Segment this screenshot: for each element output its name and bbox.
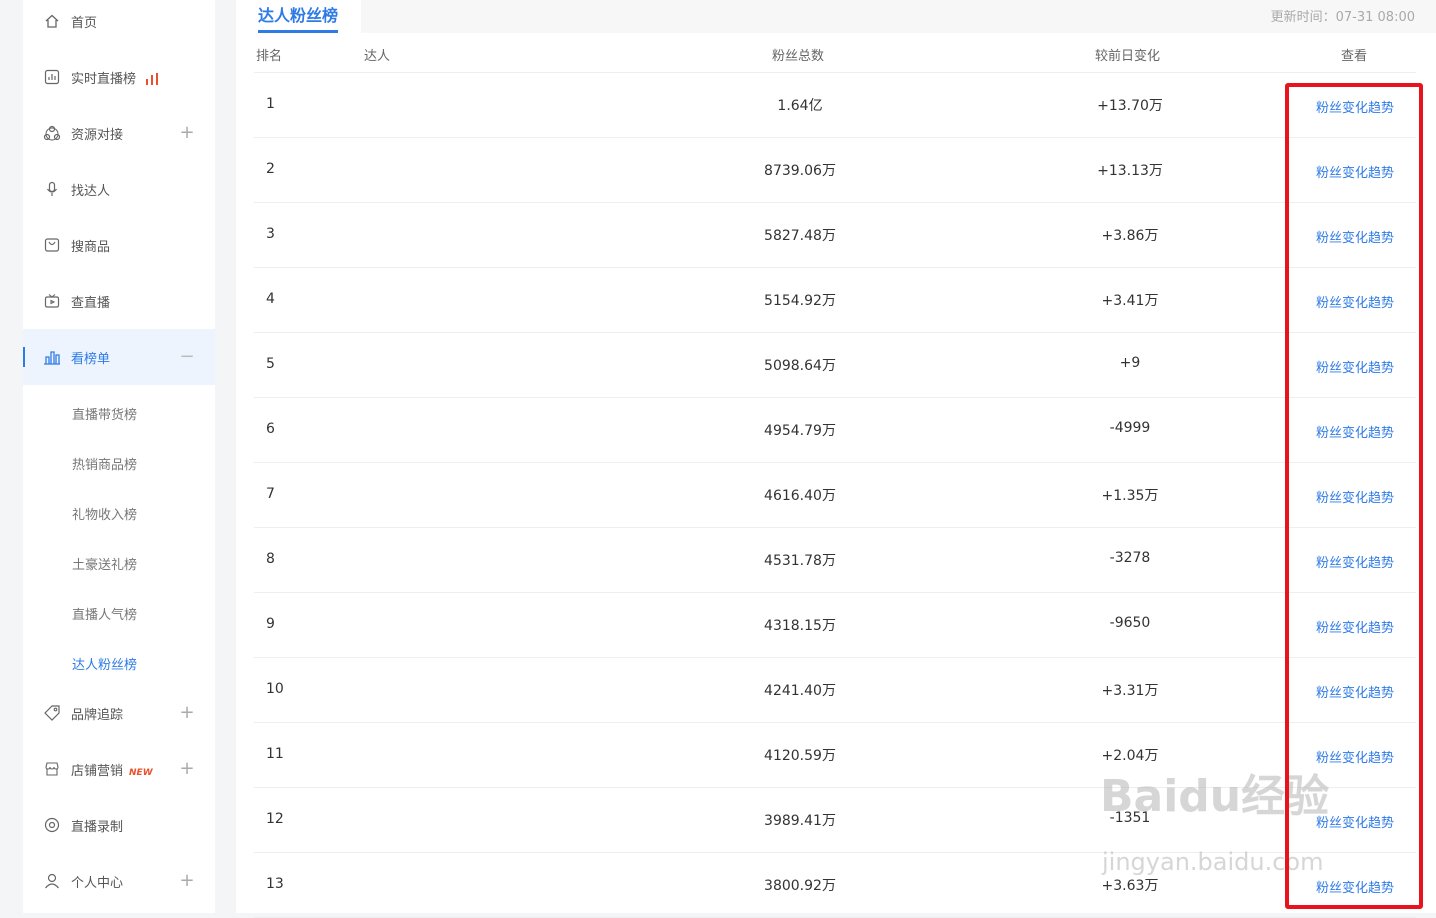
nav-label: 找达人 [71,183,111,199]
collapse-minus-icon[interactable]: − [179,348,195,366]
column-fans: 粉丝总数 [772,49,825,64]
nav-item-live-recording[interactable]: 直播录制 [23,797,215,853]
nav-item-live-rank[interactable]: 实时直播榜 [23,49,215,105]
user-icon [43,872,61,890]
update-time: 更新时间：07-31 08:00 [1270,10,1415,25]
table-row: 12 3989.41万 -1351 粉丝变化趋势 [254,788,1416,853]
table-row: 10 4241.40万 +3.31万 粉丝变化趋势 [254,658,1416,723]
table-row: 8 4531.78万 -3278 粉丝变化趋势 [254,528,1416,593]
sub-item-creator-fans[interactable]: 达人粉丝榜 [72,654,137,673]
nav-item-home[interactable]: 首页 [23,0,215,49]
mic-icon [43,180,61,198]
table-row: 9 4318.15万 -9650 粉丝变化趋势 [254,593,1416,658]
nav-label: 品牌追踪 [71,707,124,723]
record-icon [43,816,61,834]
sub-item-live-sales[interactable]: 直播带货榜 [72,404,137,423]
nav-item-search-product[interactable]: 搜商品 [23,217,215,273]
rank-cell: 11 [266,746,284,762]
nav-item-shop-marketing[interactable]: 店铺营销 NEW + [23,741,215,797]
tab-creator-fans[interactable]: 达人粉丝榜 [258,2,338,26]
table-row: 11 4120.59万 +2.04万 粉丝变化趋势 [254,723,1416,788]
nav-label: 实时直播榜 [71,68,159,87]
sub-item-live-popularity[interactable]: 直播人气榜 [72,604,137,623]
nav-label: 看榜单 [71,351,111,367]
nav-item-resource[interactable]: 资源对接 + [23,105,215,161]
main-content: 达人粉丝榜 更新时间：07-31 08:00 排名 达人 粉丝总数 较前日变化 … [236,0,1436,918]
nav-label: 查直播 [71,295,111,311]
bag-icon [43,236,61,254]
expand-plus-icon[interactable]: + [179,704,195,722]
sidebar: 首页 实时直播榜 资源对接 + 找达人 搜商品 查直播 看榜单 − 直播带货榜 … [23,0,215,913]
rank-cell: 7 [266,486,275,502]
nav-label: 搜商品 [71,239,111,255]
nav-label: 首页 [71,15,98,31]
expand-plus-icon[interactable]: + [179,760,195,778]
table-row: 3 5827.48万 +3.86万 粉丝变化趋势 [254,203,1416,268]
rank-cell: 8 [266,551,275,567]
nav-item-user-center[interactable]: 个人中心 + [23,853,215,909]
sub-item-top-gifters[interactable]: 土豪送礼榜 [72,554,137,573]
rank-cell: 5 [266,356,275,372]
rank-cell: 9 [266,616,275,632]
rank-cell: 6 [266,421,275,437]
rank-cell: 12 [266,811,284,827]
table-row: 13 3800.92万 +3.63万 粉丝变化趋势 [254,853,1416,918]
tab-bar: 达人粉丝榜 更新时间：07-31 08:00 [236,0,1436,33]
column-rank: 排名 [256,49,283,64]
column-view: 查看 [1341,49,1368,64]
nav-item-check-live[interactable]: 查直播 [23,273,215,329]
expand-plus-icon[interactable]: + [179,124,195,142]
column-creator: 达人 [364,49,391,64]
live-chart-icon [43,68,61,86]
nav-label: 店铺营销 NEW [71,763,153,779]
home-icon [43,12,61,30]
rank-cell: 1 [266,96,275,112]
bar-chart-icon [43,348,61,366]
active-indicator [23,347,25,367]
resource-icon [43,124,61,142]
table-header: 排名 达人 粉丝总数 较前日变化 查看 [254,33,1416,73]
rank-cell: 4 [266,291,275,307]
table-row: 7 4616.40万 +1.35万 粉丝变化趋势 [254,463,1416,528]
tv-icon [43,292,61,310]
table-row: 5 5098.64万 +9 粉丝变化趋势 [254,333,1416,398]
new-badge: NEW [129,767,153,778]
nav-label: 个人中心 [71,875,124,891]
sub-item-hot-products[interactable]: 热销商品榜 [72,454,137,473]
rank-cell: 13 [266,876,284,892]
live-indicator-icon [146,73,159,85]
rank-cell: 2 [266,161,275,177]
table-row: 2 8739.06万 +13.13万 粉丝变化趋势 [254,138,1416,203]
nav-item-brand-tracking[interactable]: 品牌追踪 + [23,685,215,741]
column-change: 较前日变化 [1095,49,1161,64]
table-row: 1 1.64亿 +13.70万 粉丝变化趋势 [254,73,1416,138]
expand-plus-icon[interactable]: + [179,872,195,890]
nav-label: 资源对接 [71,127,124,143]
table-row: 6 4954.79万 -4999 粉丝变化趋势 [254,398,1416,463]
shop-icon [43,760,61,778]
nav-item-find-creator[interactable]: 找达人 [23,161,215,217]
sub-item-gift-income[interactable]: 礼物收入榜 [72,504,137,523]
rank-cell: 10 [266,681,284,697]
nav-item-rankings[interactable]: 看榜单 − [23,329,215,385]
tag-icon [43,704,61,722]
nav-label: 直播录制 [71,819,124,835]
rank-cell: 3 [266,226,275,242]
table-row: 4 5154.92万 +3.41万 粉丝变化趋势 [254,268,1416,333]
